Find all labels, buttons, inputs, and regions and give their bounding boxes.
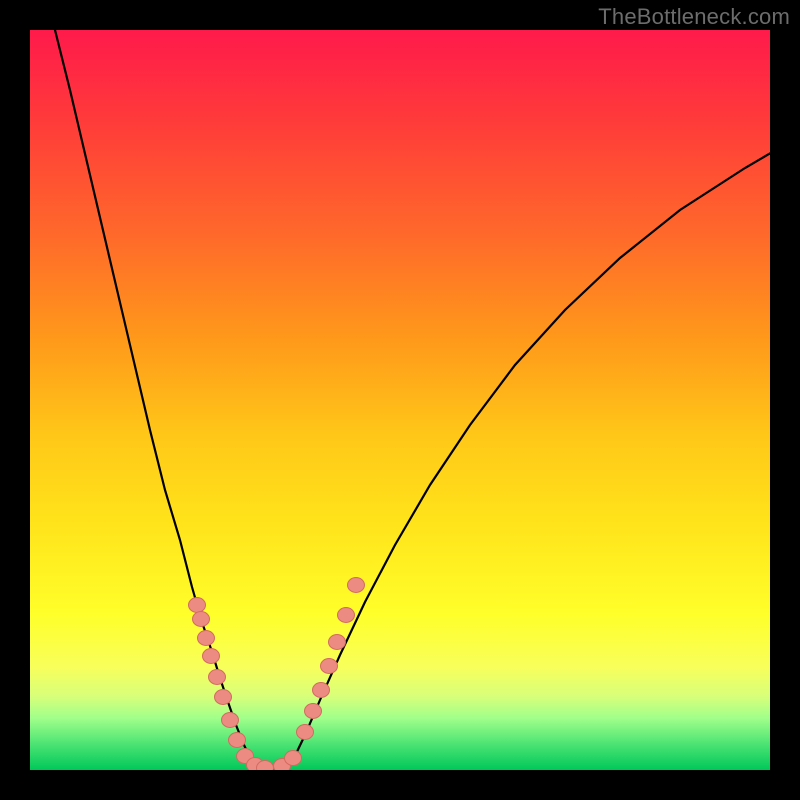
watermark-text: TheBottleneck.com (598, 4, 790, 30)
bead-marker (338, 608, 355, 623)
bead-marker (215, 690, 232, 705)
bead-marker (285, 751, 302, 766)
bead-marker (297, 725, 314, 740)
curve-svg (30, 30, 770, 770)
bead-marker (329, 635, 346, 650)
bead-marker (229, 733, 246, 748)
gradient-plot-area (30, 30, 770, 770)
bead-marker (348, 578, 365, 593)
bead-marker (313, 683, 330, 698)
bead-marker (198, 631, 215, 646)
bead-marker (222, 713, 239, 728)
bead-marker (189, 598, 206, 613)
bead-marker (321, 659, 338, 674)
beads-group (189, 578, 365, 771)
bead-marker (203, 649, 220, 664)
bottleneck-curve (50, 30, 770, 770)
bead-marker (193, 612, 210, 627)
bead-marker (305, 704, 322, 719)
bead-marker (209, 670, 226, 685)
chart-frame: TheBottleneck.com (0, 0, 800, 800)
